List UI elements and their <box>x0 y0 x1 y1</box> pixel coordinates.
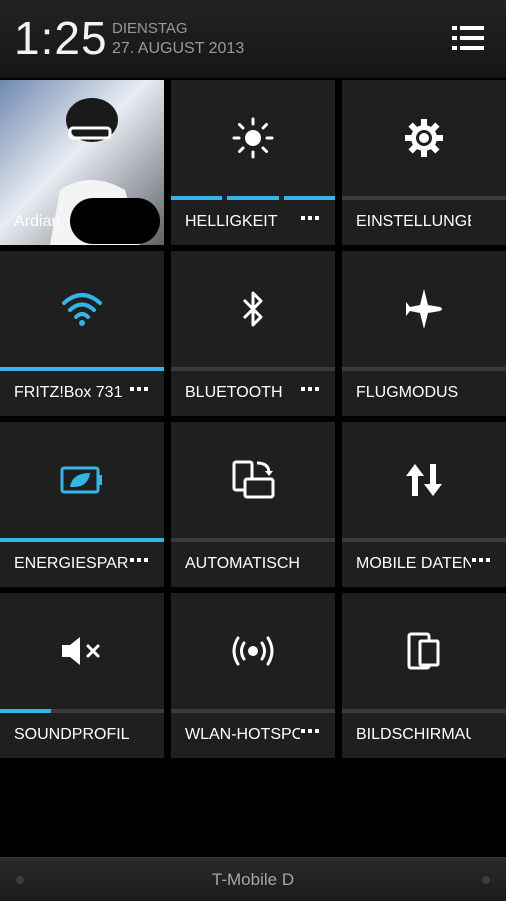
profile-tile[interactable]: Ardian <box>0 80 164 245</box>
tile-power-saver[interactable]: ENERGIESPAR <box>0 422 164 587</box>
clock-time: 1:25 <box>14 12 108 64</box>
state-bar <box>0 538 164 542</box>
auto-rotate-icon <box>232 460 275 499</box>
tile-settings[interactable]: EINSTELLUNGEN <box>342 80 506 245</box>
tile-label: ENERGIESPAR <box>14 555 129 572</box>
status-header: 1:25 DIENSTAG 27. AUGUST 2013 <box>0 0 506 78</box>
tile-label: FLUGMODUS <box>356 384 459 401</box>
tile-label: BLUETOOTH <box>185 384 283 401</box>
tile-label: HELLIGKEIT <box>185 213 278 230</box>
gear-icon <box>405 119 443 157</box>
date-label: 27. AUGUST 2013 <box>112 40 245 57</box>
weekday-label: DIENSTAG <box>112 20 188 37</box>
state-bar <box>342 196 506 200</box>
screenshot-icon <box>407 632 440 670</box>
profile-name: Ardian <box>14 213 61 230</box>
wifi-icon <box>62 293 102 326</box>
state-bar <box>342 709 506 713</box>
more-dots-icon[interactable] <box>301 387 323 397</box>
state-bar <box>0 709 164 713</box>
carrier-label: T-Mobile D <box>211 870 295 889</box>
tile-label: MOBILE DATEN <box>356 555 471 572</box>
tile-auto-rotate[interactable]: AUTOMATISCH DR <box>171 422 335 587</box>
bluetooth-icon <box>242 291 263 327</box>
more-dots-icon[interactable] <box>130 387 152 397</box>
tile-mobile-data[interactable]: MOBILE DATEN <box>342 422 506 587</box>
carrier-bar: T-Mobile D <box>0 857 506 901</box>
tile-label: AUTOMATISCH DR <box>185 555 300 572</box>
state-bar <box>171 538 335 542</box>
brightness-level-bar <box>171 196 335 200</box>
state-bar <box>171 367 335 371</box>
tile-brightness[interactable]: HELLIGKEIT <box>171 80 335 245</box>
more-dots-icon[interactable] <box>130 558 152 568</box>
hotspot-icon <box>232 636 274 666</box>
state-bar <box>171 709 335 713</box>
tile-label: SOUNDPROFIL <box>14 726 129 743</box>
more-dots-icon[interactable] <box>301 729 323 739</box>
more-dots-icon[interactable] <box>472 558 494 568</box>
airplane-icon <box>406 289 442 329</box>
tile-wifi[interactable]: FRITZ!Box 731 <box>0 251 164 416</box>
tile-label: EINSTELLUNGEN <box>356 213 471 230</box>
tile-screenshot[interactable]: BILDSCHIRMAUFN <box>342 593 506 758</box>
state-bar <box>342 367 506 371</box>
state-bar <box>342 538 506 542</box>
mute-icon <box>62 637 100 665</box>
tile-bluetooth[interactable]: BLUETOOTH <box>171 251 335 416</box>
date-block: DIENSTAG 27. AUGUST 2013 <box>112 20 244 60</box>
tile-wifi-hotspot[interactable]: WLAN-HOTSPOT <box>171 593 335 758</box>
brightness-icon <box>232 117 274 159</box>
battery-leaf-icon <box>60 466 102 494</box>
list-menu-icon[interactable] <box>452 24 484 52</box>
tile-airplane-mode[interactable]: FLUGMODUS <box>342 251 506 416</box>
state-bar <box>0 367 164 371</box>
tile-label: FRITZ!Box 731 <box>14 384 123 401</box>
tile-sound-profile[interactable]: SOUNDPROFIL <box>0 593 164 758</box>
right-dot <box>482 876 490 884</box>
tile-label: BILDSCHIRMAUFN <box>356 726 471 743</box>
tile-label: WLAN-HOTSPOT <box>185 726 300 743</box>
mobile-data-icon <box>406 464 442 496</box>
more-dots-icon[interactable] <box>301 216 323 226</box>
